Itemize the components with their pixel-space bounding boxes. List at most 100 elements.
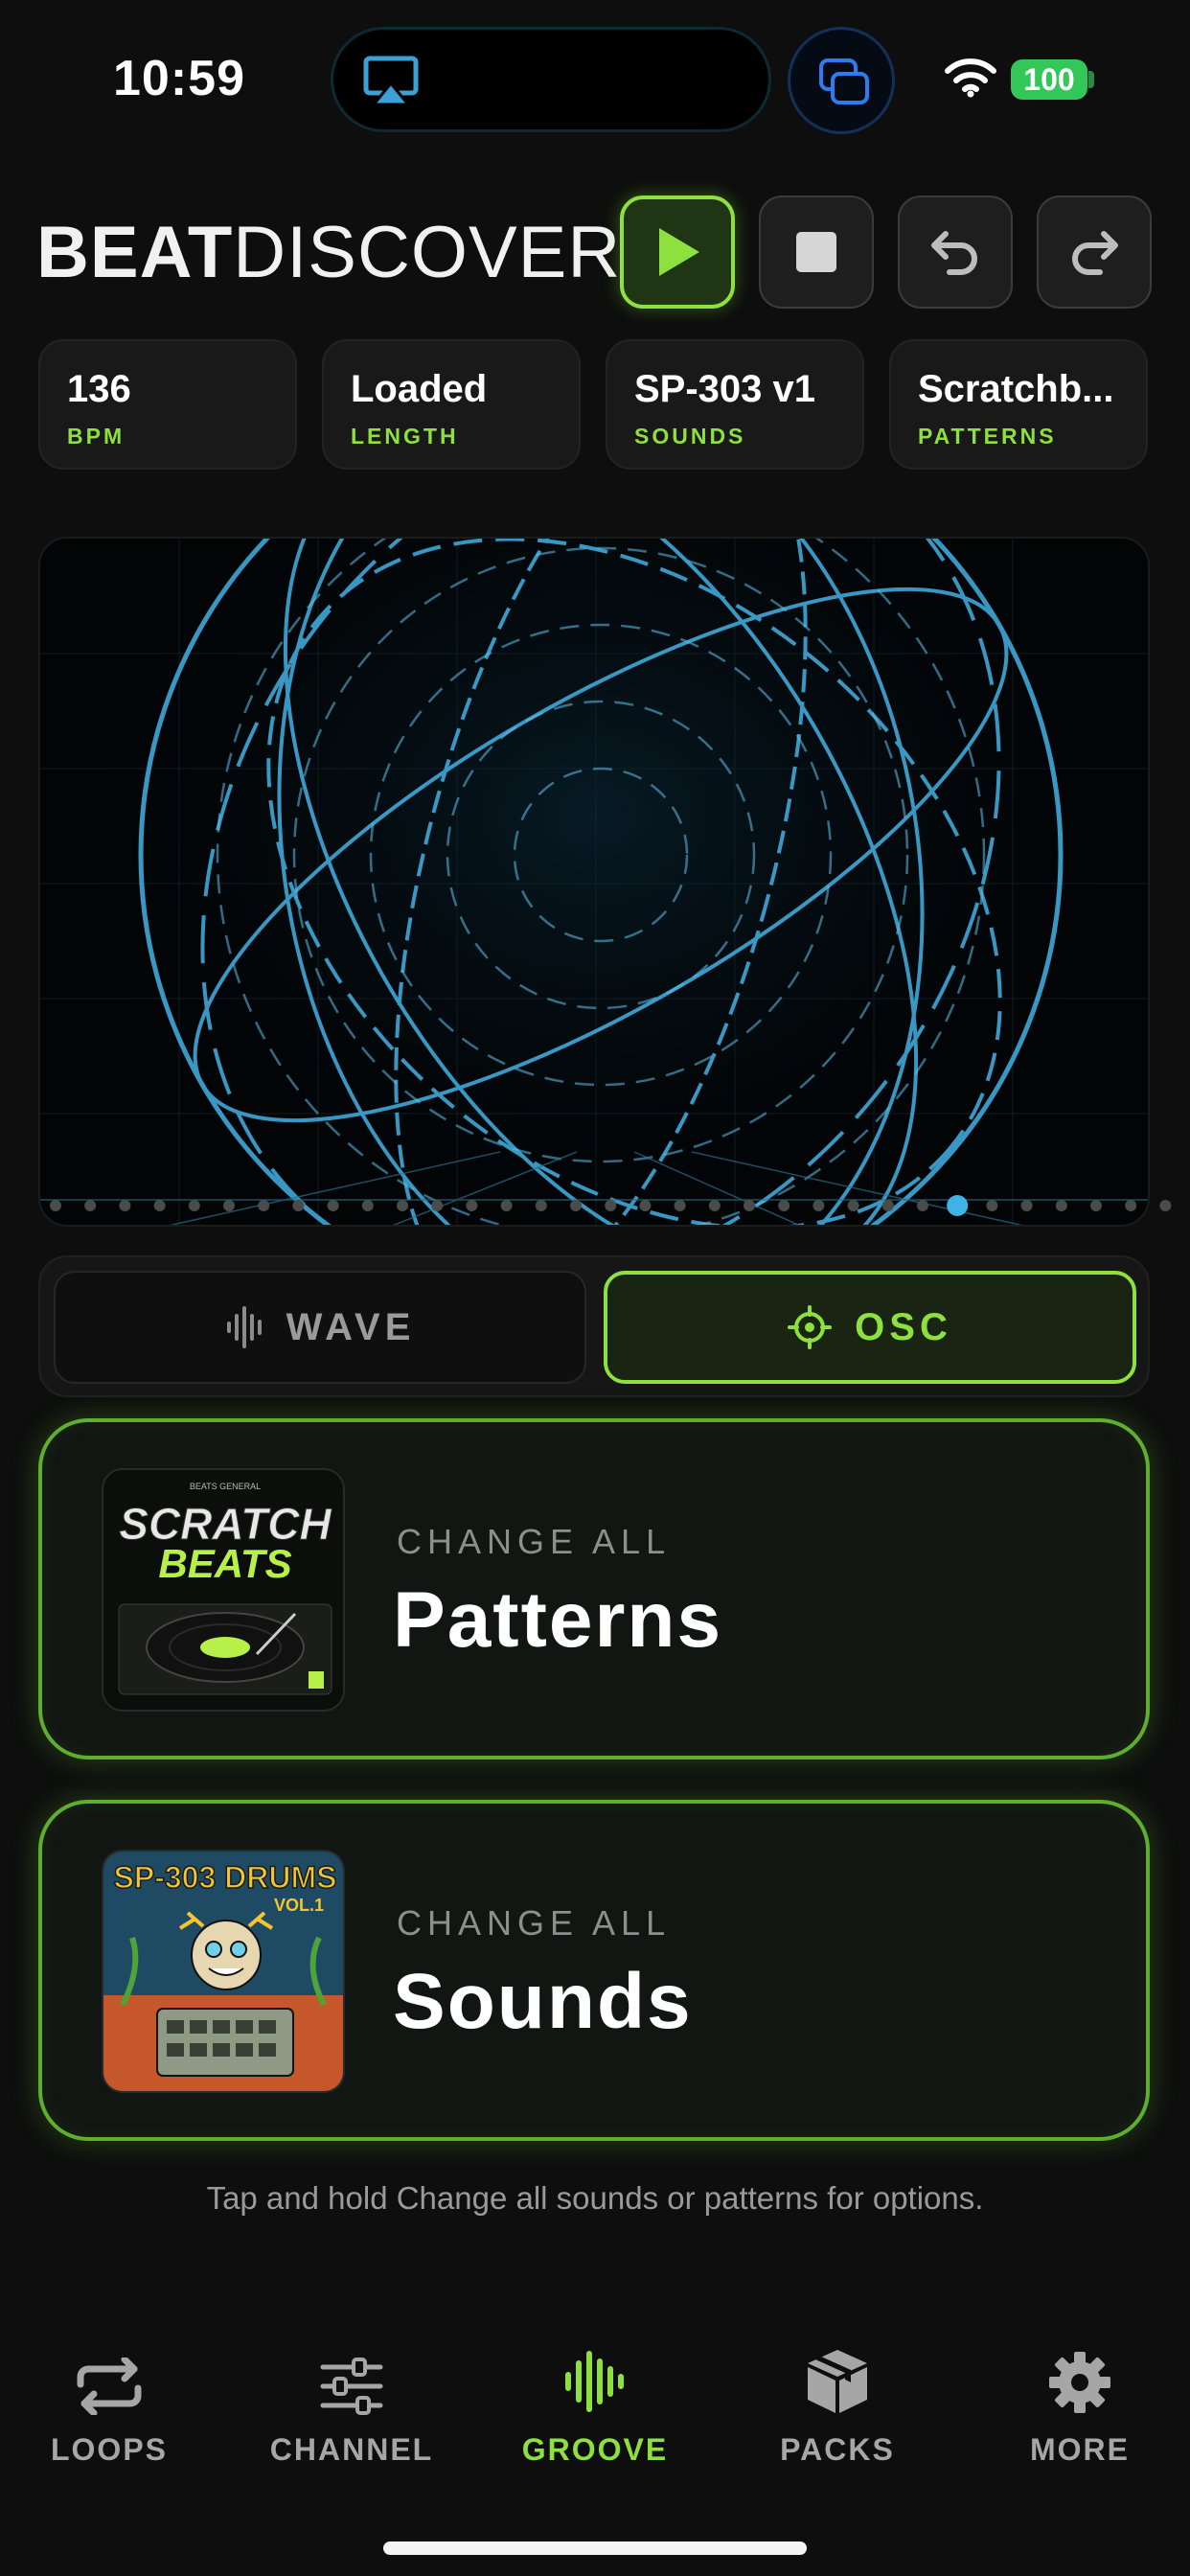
dynamic-island[interactable]: [331, 27, 771, 132]
stat-patterns[interactable]: Scratchb... PATTERNS: [889, 339, 1148, 470]
page-dot[interactable]: [223, 1200, 235, 1211]
page-dot[interactable]: [1159, 1200, 1172, 1211]
tab-label: MORE: [1030, 2432, 1130, 2467]
stat-label: BPM: [67, 424, 126, 448]
tab-label: LOOPS: [50, 2432, 168, 2467]
page-dot[interactable]: [188, 1200, 200, 1211]
scratch-beats-cover: BEATS GENERAL SCRATCH BEATS: [102, 1468, 345, 1712]
tab-label: PACKS: [780, 2432, 895, 2467]
redo-icon: [1072, 231, 1118, 275]
oscilloscope-visualizer[interactable]: [38, 537, 1150, 1227]
card-title: Patterns: [393, 1576, 723, 1664]
play-button[interactable]: [620, 196, 735, 309]
osc-label: OSC: [855, 1305, 952, 1348]
battery-indicator: 100: [1011, 59, 1087, 100]
cover-volume-text: VOL.1: [274, 1896, 324, 1915]
stat-sounds[interactable]: SP-303 v1 SOUNDS: [606, 339, 864, 470]
crosshair-icon: [788, 1305, 833, 1349]
home-indicator[interactable]: [383, 2542, 807, 2555]
page-dot-active[interactable]: [947, 1195, 969, 1216]
page-dot[interactable]: [570, 1200, 582, 1211]
mode-selector: WAVE OSC: [38, 1255, 1150, 1397]
page-dot[interactable]: [153, 1200, 166, 1211]
wave-mode-button[interactable]: WAVE: [54, 1271, 586, 1384]
tab-groove[interactable]: GROOVE: [499, 2338, 691, 2468]
sliders-icon: [320, 2358, 383, 2415]
box-icon: [808, 2350, 867, 2413]
play-icon: [659, 228, 699, 276]
page-dot[interactable]: [258, 1200, 270, 1211]
page-dot[interactable]: [361, 1200, 374, 1211]
loop-icon: [77, 2358, 142, 2415]
page-dot[interactable]: [327, 1200, 339, 1211]
cover-top-text: BEATS GENERAL: [190, 1482, 261, 1491]
battery-tip: [1088, 71, 1094, 88]
windows-icon: [819, 58, 869, 104]
page-dot[interactable]: [84, 1200, 97, 1211]
page-dot[interactable]: [778, 1200, 790, 1211]
waveform-icon: [226, 1306, 262, 1348]
stat-value: 136: [67, 368, 131, 410]
change-all-patterns-card[interactable]: BEATS GENERAL SCRATCH BEATS CHANGE ALL P…: [38, 1418, 1150, 1760]
cover-title-text: SP-303 DRUMS: [114, 1860, 337, 1895]
page-dot[interactable]: [812, 1200, 825, 1211]
page-dot[interactable]: [639, 1200, 652, 1211]
osc-mode-button[interactable]: OSC: [604, 1271, 1136, 1384]
tab-loops[interactable]: LOOPS: [13, 2338, 205, 2468]
page-dot[interactable]: [1125, 1200, 1137, 1211]
redo-button[interactable]: [1037, 196, 1152, 309]
undo-button[interactable]: [898, 196, 1013, 309]
page-dot[interactable]: [708, 1200, 721, 1211]
app-logo: BEATDISCOVERY: [36, 213, 670, 293]
logo-bold: BEAT: [36, 212, 234, 293]
page-dot[interactable]: [917, 1200, 928, 1211]
tab-label: CHANNEL: [269, 2432, 434, 2467]
stat-value: Scratchb...: [918, 368, 1114, 410]
stat-length[interactable]: Loaded LENGTH: [322, 339, 581, 470]
page-dot[interactable]: [881, 1200, 894, 1211]
cover-subtitle-text: BEATS: [158, 1541, 291, 1586]
sphere-visualization: [40, 539, 1148, 1225]
stat-value: SP-303 v1: [634, 368, 816, 410]
waveform-icon: [565, 2351, 624, 2412]
change-all-sounds-card[interactable]: SP-303 DRUMS VOL.1 CHANGE ALL Sounds: [38, 1800, 1150, 2141]
wifi-icon: [945, 58, 996, 98]
page-dot[interactable]: [50, 1200, 61, 1211]
page-dot[interactable]: [466, 1200, 478, 1211]
stop-icon: [796, 232, 836, 272]
page-dot[interactable]: [535, 1200, 547, 1211]
page-dot[interactable]: [397, 1200, 408, 1211]
visualizer-page-dots[interactable]: [0, 1193, 1190, 1218]
stat-label: PATTERNS: [918, 424, 1057, 448]
page-dot[interactable]: [1020, 1200, 1033, 1211]
page-dot[interactable]: [674, 1200, 686, 1211]
multitask-button[interactable]: [788, 27, 895, 134]
app-screen: 10:59 100 BEATDISCOVERY 136 BPM Loaded L…: [0, 0, 1190, 2576]
card-kicker: CHANGE ALL: [397, 1903, 672, 1943]
tab-label: GROOVE: [521, 2432, 669, 2467]
airplay-icon: [363, 56, 419, 106]
gear-icon: [1049, 2352, 1110, 2413]
page-dot[interactable]: [1055, 1200, 1067, 1211]
stat-bpm[interactable]: 136 BPM: [38, 339, 297, 470]
page-dot[interactable]: [744, 1200, 755, 1211]
tab-channel[interactable]: CHANNEL: [256, 2338, 447, 2468]
page-dot[interactable]: [1090, 1200, 1102, 1211]
tab-packs[interactable]: PACKS: [742, 2338, 933, 2468]
page-dot[interactable]: [500, 1200, 513, 1211]
page-dot[interactable]: [119, 1200, 131, 1211]
stop-button[interactable]: [759, 196, 874, 309]
tab-more[interactable]: MORE: [984, 2338, 1176, 2468]
card-title: Sounds: [393, 1958, 693, 2045]
stat-value: Loaded: [351, 368, 488, 410]
page-dot[interactable]: [431, 1200, 444, 1211]
page-dot[interactable]: [605, 1200, 617, 1211]
logo-light: DISCOVERY: [233, 212, 670, 293]
undo-icon: [931, 231, 977, 275]
wave-label: WAVE: [286, 1305, 416, 1348]
page-dot[interactable]: [847, 1200, 859, 1211]
page-dot[interactable]: [292, 1200, 305, 1211]
page-dot[interactable]: [986, 1200, 998, 1211]
stat-label: LENGTH: [351, 424, 459, 448]
card-kicker: CHANGE ALL: [397, 1522, 672, 1561]
